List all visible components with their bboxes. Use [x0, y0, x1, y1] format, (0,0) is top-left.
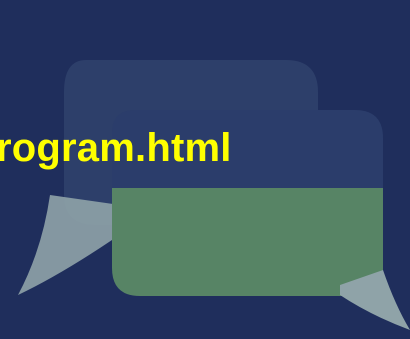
back-bubble-tail	[18, 195, 120, 295]
banner-canvas: rogram.html	[0, 0, 410, 339]
filename-title: rogram.html	[0, 126, 232, 170]
front-bubble-body	[112, 188, 383, 296]
